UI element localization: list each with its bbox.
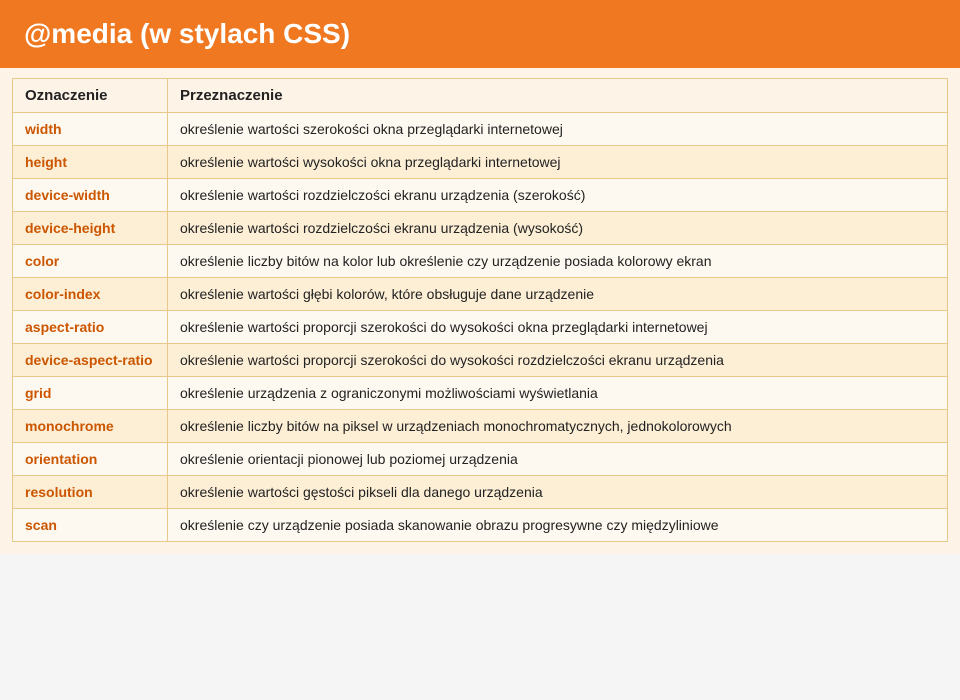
table-row: scanokreślenie czy urządzenie posiada sk… <box>13 509 948 542</box>
table-cell-desc: określenie czy urządzenie posiada skanow… <box>168 509 948 542</box>
table-cell-desc: określenie liczby bitów na kolor lub okr… <box>168 245 948 278</box>
table-cell-term: orientation <box>13 443 168 476</box>
table-cell-term: monochrome <box>13 410 168 443</box>
table-cell-term: width <box>13 113 168 146</box>
table-row: monochromeokreślenie liczby bitów na pik… <box>13 410 948 443</box>
table-cell-term: height <box>13 146 168 179</box>
table-row: resolutionokreślenie wartości gęstości p… <box>13 476 948 509</box>
table-cell-term: resolution <box>13 476 168 509</box>
media-table: Oznaczenie Przeznaczenie widthokreślenie… <box>12 78 948 542</box>
table-cell-desc: określenie urządzenia z ograniczonymi mo… <box>168 377 948 410</box>
table-cell-desc: określenie wartości rozdzielczości ekran… <box>168 179 948 212</box>
table-cell-desc: określenie wartości wysokości okna przeg… <box>168 146 948 179</box>
table-cell-desc: określenie wartości gęstości pikseli dla… <box>168 476 948 509</box>
table-cell-term: device-height <box>13 212 168 245</box>
table-row: color-indexokreślenie wartości głębi kol… <box>13 278 948 311</box>
table-cell-desc: określenie wartości proporcji szerokości… <box>168 311 948 344</box>
table-cell-desc: określenie wartości proporcji szerokości… <box>168 344 948 377</box>
table-cell-term: aspect-ratio <box>13 311 168 344</box>
table-row: aspect-ratiookreślenie wartości proporcj… <box>13 311 948 344</box>
table-row: heightokreślenie wartości wysokości okna… <box>13 146 948 179</box>
page-title: @media (w stylach CSS) <box>24 18 350 49</box>
table-header-row: Oznaczenie Przeznaczenie <box>13 79 948 113</box>
table-container: Oznaczenie Przeznaczenie widthokreślenie… <box>0 68 960 554</box>
table-row: device-heightokreślenie wartości rozdzie… <box>13 212 948 245</box>
table-cell-term: color-index <box>13 278 168 311</box>
table-row: device-widthokreślenie wartości rozdziel… <box>13 179 948 212</box>
table-row: orientationokreślenie orientacji pionowe… <box>13 443 948 476</box>
table-cell-term: color <box>13 245 168 278</box>
table-cell-desc: określenie orientacji pionowej lub pozio… <box>168 443 948 476</box>
table-cell-desc: określenie wartości głębi kolorów, które… <box>168 278 948 311</box>
table-row: colorokreślenie liczby bitów na kolor lu… <box>13 245 948 278</box>
col-header-przeznaczenie: Przeznaczenie <box>168 79 948 113</box>
table-row: gridokreślenie urządzenia z ograniczonym… <box>13 377 948 410</box>
page-container: @media (w stylach CSS) Oznaczenie Przezn… <box>0 0 960 554</box>
col-header-oznaczenie: Oznaczenie <box>13 79 168 113</box>
table-cell-desc: określenie wartości rozdzielczości ekran… <box>168 212 948 245</box>
page-header: @media (w stylach CSS) <box>0 0 960 68</box>
table-cell-desc: określenie wartości szerokości okna prze… <box>168 113 948 146</box>
table-cell-desc: określenie liczby bitów na piksel w urzą… <box>168 410 948 443</box>
table-cell-term: scan <box>13 509 168 542</box>
table-cell-term: grid <box>13 377 168 410</box>
table-row: widthokreślenie wartości szerokości okna… <box>13 113 948 146</box>
table-cell-term: device-width <box>13 179 168 212</box>
table-cell-term: device-aspect-ratio <box>13 344 168 377</box>
table-row: device-aspect-ratiookreślenie wartości p… <box>13 344 948 377</box>
